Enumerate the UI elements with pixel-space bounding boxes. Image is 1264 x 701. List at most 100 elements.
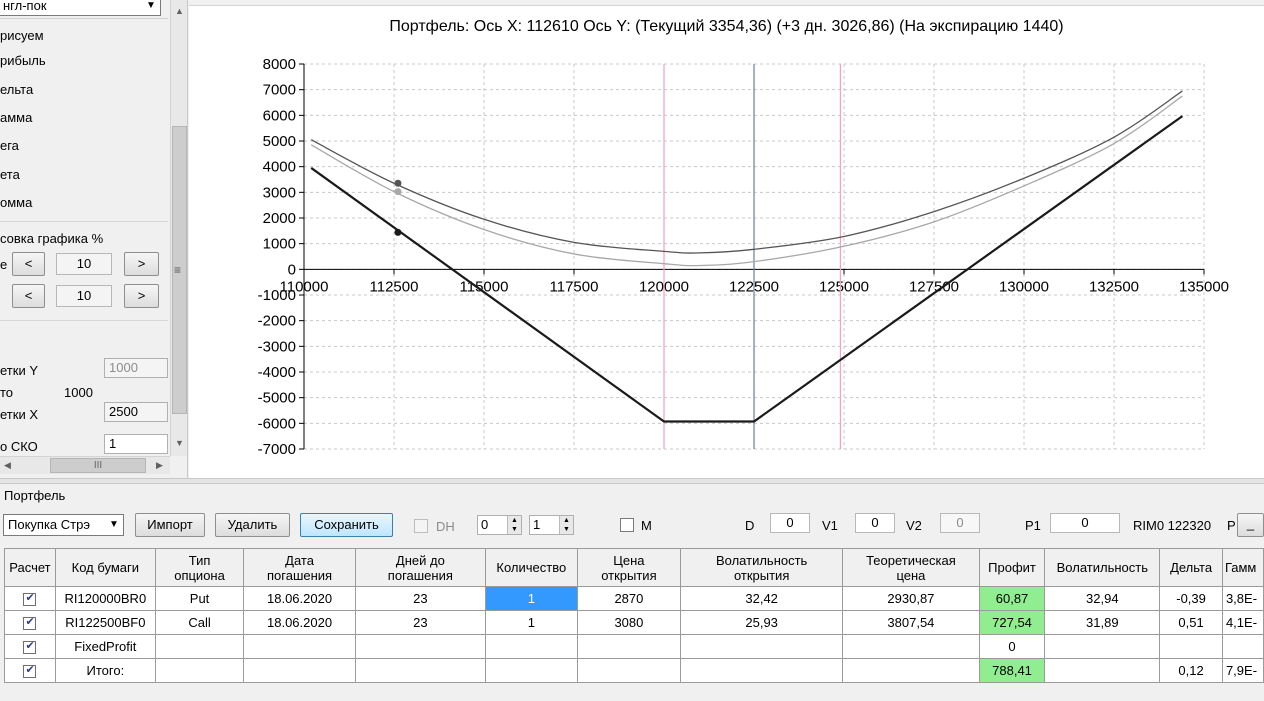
option-gamma[interactable]: амма [0, 110, 32, 125]
table-cell[interactable] [154, 634, 245, 659]
table-cell[interactable]: 1 [484, 586, 578, 611]
table-cell[interactable]: Итого: [54, 658, 156, 683]
d-field[interactable]: 0 [770, 513, 810, 533]
option-vomma[interactable]: омма [0, 195, 32, 210]
table-cell[interactable]: 1 [484, 610, 578, 635]
table-cell[interactable]: 23 [354, 586, 486, 611]
table-cell[interactable]: 727,54 [978, 610, 1046, 635]
table-cell[interactable] [484, 658, 578, 683]
option-vega[interactable]: ега [0, 138, 19, 153]
table-cell[interactable]: 4,1E- [1221, 610, 1264, 635]
spin2-field[interactable]: 1 ▲ ▼ [529, 515, 574, 535]
table-cell[interactable] [243, 658, 356, 683]
table-cell[interactable] [680, 634, 844, 659]
table-cell[interactable] [576, 634, 682, 659]
col-header-open-vol[interactable]: Волатильность открытия [680, 548, 844, 587]
table-cell[interactable]: 2870 [576, 586, 682, 611]
p-button[interactable]: _ [1237, 513, 1264, 537]
shift-row2-decrease-button[interactable]: < [12, 284, 45, 308]
table-cell[interactable]: Put [154, 586, 245, 611]
col-header-code[interactable]: Код бумаги [54, 548, 156, 587]
table-cell[interactable] [354, 634, 486, 659]
horizontal-scrollbar[interactable]: ◀ III ▶ [0, 456, 170, 474]
shift-row2-value[interactable]: 10 [56, 285, 112, 307]
table-cell[interactable] [4, 634, 56, 659]
table-cell[interactable] [243, 634, 356, 659]
table-cell[interactable]: 0,51 [1159, 610, 1223, 635]
v1-field[interactable]: 0 [855, 513, 895, 533]
grid-x-input[interactable]: 2500 [104, 402, 168, 422]
splitter-grip-icon[interactable]: ≡ [174, 263, 181, 277]
table-row-call[interactable]: RI122500BF0Call18.06.2020231308025,93380… [4, 610, 1264, 635]
save-button[interactable]: Сохранить [300, 513, 393, 537]
shift-row1-value[interactable]: 10 [56, 253, 112, 275]
col-header-days[interactable]: Дней до погашения [354, 548, 486, 587]
col-header-gamma[interactable]: Гамм [1221, 548, 1264, 587]
table-cell[interactable]: 2930,87 [842, 586, 980, 611]
table-cell[interactable]: 25,93 [680, 610, 844, 635]
table-cell[interactable]: 3807,54 [842, 610, 980, 635]
table-cell[interactable]: RI122500BF0 [54, 610, 156, 635]
calc-checkbox[interactable] [23, 615, 37, 631]
table-cell[interactable] [484, 634, 578, 659]
table-cell[interactable]: 0,12 [1159, 658, 1223, 683]
shift-row2-increase-button[interactable]: > [124, 284, 159, 308]
scroll-up-icon[interactable]: ▲ [175, 6, 184, 16]
grid-y-input[interactable]: 1000 [104, 358, 168, 378]
option-profit[interactable]: рибыль [0, 53, 46, 68]
strategy-combo[interactable]: нгл-пок ▼ [0, 0, 161, 16]
scroll-left-icon[interactable]: ◀ [4, 460, 11, 471]
table-cell[interactable] [842, 658, 980, 683]
col-header-vol[interactable]: Волатильность [1044, 548, 1161, 587]
payoff-chart[interactable]: 800070006000500040003000200010000-1000-2… [189, 0, 1264, 478]
spin-down-icon[interactable]: ▼ [559, 525, 573, 534]
table-cell[interactable]: FixedProfit [54, 634, 156, 659]
table-row-fixed-profit[interactable]: FixedProfit 0 [4, 634, 1264, 659]
table-cell[interactable] [154, 658, 245, 683]
table-cell[interactable]: 18.06.2020 [243, 610, 356, 635]
vertical-scrollbar[interactable]: ▲ ▼ [170, 0, 187, 456]
table-cell[interactable]: 0 [978, 634, 1046, 659]
col-header-delta[interactable]: Дельта [1159, 548, 1223, 587]
table-row-total[interactable]: Итого: 788,41 0,127,9E- [4, 658, 1264, 683]
scroll-right-icon[interactable]: ▶ [156, 460, 163, 471]
spin-down-icon[interactable]: ▼ [507, 525, 521, 534]
calc-checkbox[interactable] [23, 639, 37, 655]
table-cell[interactable]: -0,39 [1159, 586, 1223, 611]
table-cell[interactable] [1159, 634, 1223, 659]
table-cell[interactable] [1044, 634, 1161, 659]
option-delta[interactable]: ельта [0, 82, 33, 97]
table-cell[interactable]: 3,8E- [1221, 586, 1264, 611]
col-header-qty[interactable]: Количество [484, 548, 578, 587]
shift-row1-increase-button[interactable]: > [124, 252, 159, 276]
delete-button[interactable]: Удалить [215, 513, 290, 537]
table-cell[interactable]: 788,41 [978, 658, 1046, 683]
p1-field[interactable]: 0 [1050, 513, 1120, 533]
table-cell[interactable]: 60,87 [978, 586, 1046, 611]
col-header-profit[interactable]: Профит [978, 548, 1046, 587]
spin1-field[interactable]: 0 ▲ ▼ [477, 515, 522, 535]
table-row-put[interactable]: RI120000BR0Put18.06.2020231287032,422930… [4, 586, 1264, 611]
table-cell[interactable]: Call [154, 610, 245, 635]
spin-up-icon[interactable]: ▲ [507, 516, 521, 525]
table-cell[interactable] [1044, 658, 1161, 683]
table-cell[interactable] [1221, 634, 1264, 659]
col-header-type[interactable]: Тип опциона [154, 548, 245, 587]
m-checkbox[interactable] [620, 518, 634, 532]
col-header-open-price[interactable]: Цена открытия [576, 548, 682, 587]
table-cell[interactable] [842, 634, 980, 659]
table-cell[interactable]: 32,94 [1044, 586, 1161, 611]
table-cell[interactable] [354, 658, 486, 683]
v2-field[interactable]: 0 [940, 513, 980, 533]
calc-checkbox[interactable] [23, 663, 37, 679]
shift-row1-decrease-button[interactable]: < [12, 252, 45, 276]
table-cell[interactable]: 23 [354, 610, 486, 635]
table-cell[interactable]: 3080 [576, 610, 682, 635]
buy-type-combo[interactable]: Покупка Стрэ ▼ [3, 514, 124, 536]
table-cell[interactable] [680, 658, 844, 683]
table-cell[interactable] [576, 658, 682, 683]
table-cell[interactable] [4, 610, 56, 635]
table-cell[interactable]: 7,9E- [1221, 658, 1264, 683]
spin-up-icon[interactable]: ▲ [559, 516, 573, 525]
sko-input[interactable]: 1 [104, 434, 168, 454]
